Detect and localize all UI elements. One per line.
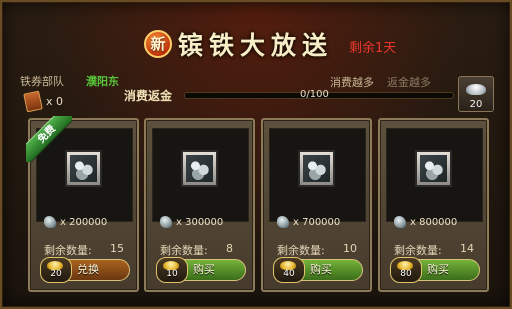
buy-button[interactable]: 40 购买 <box>273 257 363 283</box>
rebate-label: 消费返金 <box>124 89 173 103</box>
cost-text: x 700000 <box>293 217 341 228</box>
price-value: 80 <box>400 269 412 279</box>
team-label: 铁券部队 <box>20 75 64 88</box>
iron-ore-icon <box>70 155 97 182</box>
progress-text: 0/100 <box>300 89 329 100</box>
item-display <box>386 128 483 222</box>
header: 新 镔铁大放送 剩余1天 <box>2 2 512 66</box>
price-value: 40 <box>283 269 295 279</box>
info-row: 铁券部队 濮阳东 x 0 消费越多 返金越多 消费返金 0/100 20 <box>14 66 502 116</box>
price-badge: 80 <box>390 257 422 283</box>
exchange-button[interactable]: 20 兑换 <box>40 257 130 283</box>
offer-card-2: x 300000 剩余数量: 8 10 购买 <box>144 118 255 292</box>
remain-label: 剩余数量: <box>44 244 92 257</box>
remain-label: 剩余数量: <box>277 244 325 257</box>
iron-ore-icon <box>303 155 330 182</box>
team-name: 濮阳东 <box>86 75 119 88</box>
silver-ore-icon <box>394 216 406 228</box>
price-badge: 10 <box>156 257 188 283</box>
cost-text: x 300000 <box>176 217 224 228</box>
remain-value: 10 <box>343 242 357 255</box>
iron-ore-icon <box>420 155 447 182</box>
buy-button[interactable]: 80 购买 <box>390 257 480 283</box>
silver-ore-icon <box>277 216 289 228</box>
buy-button[interactable]: 10 购买 <box>156 257 246 283</box>
event-title: 镔铁大放送 <box>178 31 334 60</box>
silver-ore-icon <box>44 216 56 228</box>
remain-value: 14 <box>460 242 474 255</box>
price-badge: 40 <box>273 257 305 283</box>
item-display <box>152 128 249 222</box>
cost-text: x 800000 <box>410 217 458 228</box>
silver-count: 20 <box>469 99 483 110</box>
coupon-icon <box>23 90 43 113</box>
button-label: 购买 <box>310 263 332 276</box>
new-badge: 新 <box>144 30 172 58</box>
return-more-text: 返金越多 <box>387 76 431 89</box>
price-value: 10 <box>166 269 178 279</box>
iron-ore-icon <box>186 155 213 182</box>
silver-reward-slot[interactable]: 20 <box>458 76 494 112</box>
free-tag: 免费 <box>26 116 72 162</box>
item-slot[interactable] <box>415 150 452 187</box>
button-label: 购买 <box>193 263 215 276</box>
cost-text: x 200000 <box>60 217 108 228</box>
offer-card-4: x 800000 剩余数量: 14 80 购买 <box>378 118 489 292</box>
remain-label: 剩余数量: <box>160 244 208 257</box>
free-tag-label: 免费 <box>26 116 72 162</box>
time-remaining: 剩余1天 <box>349 41 397 56</box>
silver-ingot-icon <box>466 84 486 95</box>
button-label: 购买 <box>427 263 449 276</box>
remain-value: 15 <box>110 242 124 255</box>
item-slot[interactable] <box>298 150 335 187</box>
spend-more-text: 消费越多 <box>330 76 374 89</box>
offer-card-3: x 700000 剩余数量: 10 40 购买 <box>261 118 372 292</box>
price-value: 20 <box>50 269 62 279</box>
remain-label: 剩余数量: <box>394 244 442 257</box>
event-panel: 新 镔铁大放送 剩余1天 铁券部队 濮阳东 x 0 消费越多 返金越多 消费返金… <box>0 0 512 309</box>
button-label: 兑换 <box>77 263 99 276</box>
silver-ore-icon <box>160 216 172 228</box>
offer-card-1: 免费 x 200000 剩余数量: 15 20 兑换 <box>26 116 139 292</box>
price-badge: 20 <box>40 257 72 283</box>
coupon-count: x 0 <box>46 95 64 108</box>
remain-value: 8 <box>226 242 233 255</box>
item-display <box>269 128 366 222</box>
item-slot[interactable] <box>181 150 218 187</box>
